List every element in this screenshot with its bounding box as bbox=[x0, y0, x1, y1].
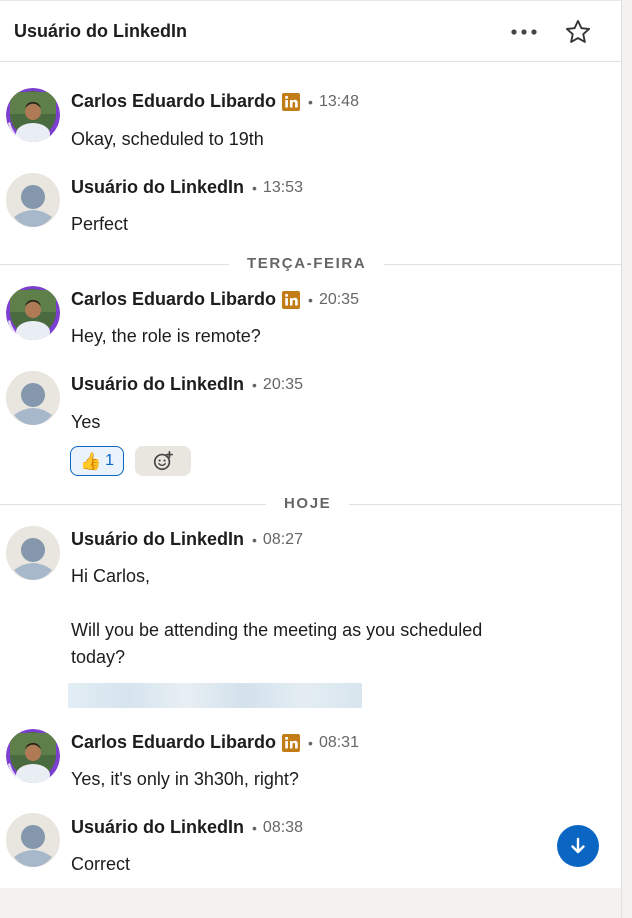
message-text: Hi Carlos, bbox=[71, 566, 151, 586]
default-avatar-icon bbox=[6, 173, 60, 227]
conversation-header: Usuário do LinkedIn bbox=[0, 0, 621, 62]
conversation-title: Usuário do LinkedIn bbox=[14, 21, 188, 41]
sender-name[interactable]: Usuário do LinkedIn bbox=[71, 817, 244, 838]
message-text: Okay, scheduled to 19th bbox=[71, 129, 264, 149]
message-time: 08:27 bbox=[262, 530, 303, 548]
date-divider-label: HOJE bbox=[266, 495, 350, 512]
message-header: Usuário do LinkedIn • 08:27 bbox=[71, 529, 303, 550]
thumbs-up-reaction-button[interactable]: 👍 1 bbox=[70, 446, 124, 476]
scroll-to-bottom-button[interactable] bbox=[557, 825, 599, 867]
default-avatar-icon bbox=[6, 371, 60, 425]
message-time: 08:31 bbox=[318, 733, 359, 751]
more-options-button[interactable] bbox=[505, 15, 545, 49]
redacted-content bbox=[68, 683, 362, 708]
message-header: Usuário do LinkedIn • 08:38 bbox=[71, 817, 303, 838]
message-time: 20:35 bbox=[318, 290, 359, 308]
avatar[interactable] bbox=[6, 371, 60, 425]
message-text: today? bbox=[71, 647, 126, 667]
default-avatar-icon bbox=[6, 526, 60, 580]
message-text: Perfect bbox=[71, 214, 129, 234]
avatar[interactable] bbox=[6, 526, 60, 580]
message-text: Correct bbox=[71, 854, 131, 874]
conversation-panel: Usuário do LinkedIn Carlos Eduardo Libar… bbox=[0, 0, 621, 918]
sender-name[interactable]: Carlos Eduardo Libardo bbox=[71, 91, 276, 112]
message-text: Hey, the role is remote? bbox=[71, 326, 261, 346]
ellipsis-icon bbox=[511, 29, 537, 35]
message-header: Usuário do LinkedIn • 13:53 bbox=[71, 177, 303, 198]
separator-dot: • bbox=[252, 819, 257, 836]
message-text: Will you be attending the meeting as you… bbox=[71, 620, 483, 640]
profile-photo-icon bbox=[6, 286, 60, 340]
date-divider-label: TERÇA-FEIRA bbox=[229, 255, 385, 272]
linkedin-premium-icon bbox=[282, 92, 301, 111]
message-time: 08:38 bbox=[262, 818, 303, 836]
message-time: 20:35 bbox=[262, 375, 303, 393]
sender-name[interactable]: Usuário do LinkedIn bbox=[71, 374, 244, 395]
message-time: 13:48 bbox=[318, 92, 359, 110]
separator-dot: • bbox=[308, 93, 313, 110]
separator-dot: • bbox=[308, 734, 313, 751]
reaction-count: 1 bbox=[105, 452, 115, 469]
message-header: Carlos Eduardo Libardo • 13:48 bbox=[71, 91, 359, 112]
message-header: Usuário do LinkedIn • 20:35 bbox=[71, 374, 303, 395]
star-conversation-button[interactable] bbox=[558, 15, 598, 49]
profile-photo-icon bbox=[6, 88, 60, 142]
linkedin-premium-icon bbox=[282, 290, 301, 309]
avatar[interactable] bbox=[6, 729, 60, 783]
avatar[interactable] bbox=[6, 173, 60, 227]
linkedin-premium-icon bbox=[282, 733, 301, 752]
add-reaction-icon bbox=[153, 451, 173, 471]
message-time: 13:53 bbox=[262, 178, 303, 196]
default-avatar-icon bbox=[6, 813, 60, 867]
separator-dot: • bbox=[308, 291, 313, 308]
avatar[interactable] bbox=[6, 88, 60, 142]
avatar[interactable] bbox=[6, 286, 60, 340]
add-reaction-button[interactable] bbox=[135, 446, 191, 476]
message-text: Yes bbox=[71, 412, 101, 432]
arrow-down-icon bbox=[571, 837, 585, 854]
separator-dot: • bbox=[252, 531, 257, 548]
message-header: Carlos Eduardo Libardo • 20:35 bbox=[71, 289, 359, 310]
sender-name[interactable]: Usuário do LinkedIn bbox=[71, 529, 244, 550]
avatar[interactable] bbox=[6, 813, 60, 867]
sender-name[interactable]: Carlos Eduardo Libardo bbox=[71, 732, 276, 753]
scrollbar-track[interactable] bbox=[621, 0, 632, 918]
separator-dot: • bbox=[252, 179, 257, 196]
message-text: Yes, it's only in 3h30h, right? bbox=[71, 769, 299, 789]
profile-photo-icon bbox=[6, 729, 60, 783]
composer-area bbox=[0, 888, 621, 918]
thumbs-up-emoji: 👍 bbox=[79, 451, 102, 471]
sender-name[interactable]: Carlos Eduardo Libardo bbox=[71, 289, 276, 310]
separator-dot: • bbox=[252, 376, 257, 393]
star-outline-icon bbox=[565, 19, 591, 43]
sender-name[interactable]: Usuário do LinkedIn bbox=[71, 177, 244, 198]
message-header: Carlos Eduardo Libardo • 08:31 bbox=[71, 732, 359, 753]
